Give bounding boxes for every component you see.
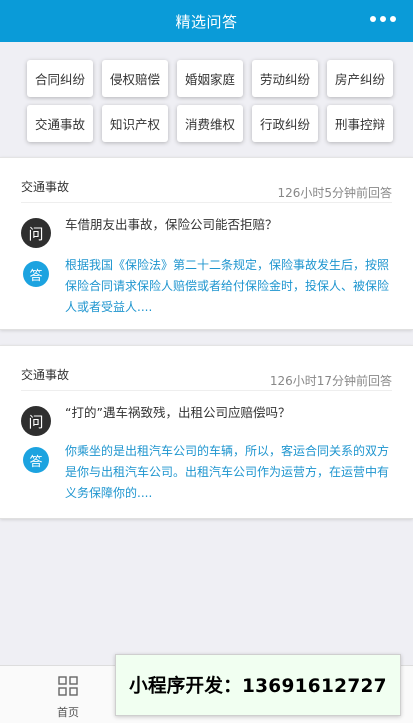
category-button-property[interactable]: 房产纠纷 (327, 60, 393, 97)
category-panel: 合同纠纷 侵权赔偿 婚姻家庭 劳动纠纷 房产纠纷 交通事故 知识产权 消费维权 … (0, 42, 413, 157)
tab-home[interactable]: 首页 (40, 676, 96, 720)
grid-icon (58, 676, 78, 696)
divider (21, 390, 392, 391)
question-icon: 问 (21, 406, 51, 436)
divider (21, 202, 392, 203)
category-button-consumer[interactable]: 消费维权 (177, 105, 243, 142)
category-button-ip[interactable]: 知识产权 (102, 105, 168, 142)
question-text[interactable]: “打的”遇车祸致残，出租公司应赔偿吗？ (65, 402, 290, 421)
category-button-labor[interactable]: 劳动纠纷 (252, 60, 318, 97)
question-text[interactable]: 车借朋友出事故，保险公司能否拒赔？ (65, 214, 278, 233)
answer-text[interactable]: 你乘坐的是出租汽车公司的车辆，所以，客运合同关系的双方是你与出租汽车公司。出租汽… (65, 441, 395, 504)
answer-icon: 答 (23, 447, 49, 473)
category-button-marriage[interactable]: 婚姻家庭 (177, 60, 243, 97)
category-button-contract[interactable]: 合同纠纷 (27, 60, 93, 97)
category-button-criminal[interactable]: 刑事控辩 (327, 105, 393, 142)
qa-card[interactable]: 交通事故 126小时5分钟前回答 问 车借朋友出事故，保险公司能否拒赔？ 答 根… (0, 157, 413, 330)
category-button-tort[interactable]: 侵权赔偿 (102, 60, 168, 97)
ad-banner[interactable]: 小程序开发：13691612727 (115, 654, 401, 716)
qa-card[interactable]: 交通事故 126小时17分钟前回答 问 “打的”遇车祸致残，出租公司应赔偿吗？ … (0, 345, 413, 519)
card-category: 交通事故 (21, 368, 70, 382)
app-header: 精选问答 (0, 0, 413, 42)
answer-time: 126小时17分钟前回答 (269, 374, 392, 388)
card-category: 交通事故 (21, 180, 70, 194)
answer-text[interactable]: 根据我国《保险法》第二十二条规定，保险事故发生后，按照保险合同请求保险人赔偿或者… (65, 255, 395, 318)
more-dots-icon[interactable] (370, 16, 396, 22)
answer-time: 126小时5分钟前回答 (277, 186, 392, 200)
answer-icon: 答 (23, 261, 49, 287)
question-icon: 问 (21, 218, 51, 248)
tab-home-label: 首页 (57, 706, 79, 719)
category-button-traffic[interactable]: 交通事故 (27, 105, 93, 142)
category-button-administrative[interactable]: 行政纠纷 (252, 105, 318, 142)
page-title: 精选问答 (175, 12, 238, 31)
